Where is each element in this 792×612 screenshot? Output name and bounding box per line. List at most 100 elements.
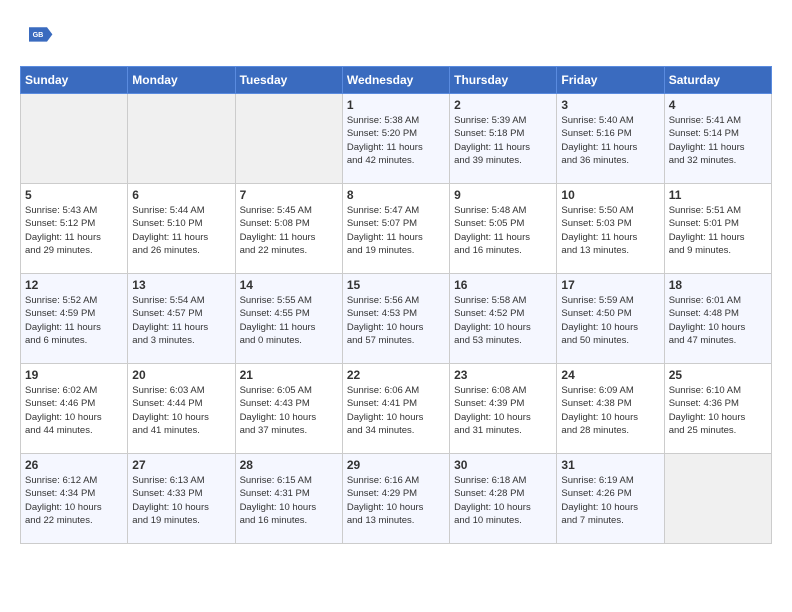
day-info: Sunrise: 6:06 AM Sunset: 4:41 PM Dayligh… — [347, 384, 445, 437]
day-number: 8 — [347, 188, 445, 202]
day-number: 29 — [347, 458, 445, 472]
day-number: 19 — [25, 368, 123, 382]
day-info: Sunrise: 6:15 AM Sunset: 4:31 PM Dayligh… — [240, 474, 338, 527]
day-info: Sunrise: 5:50 AM Sunset: 5:03 PM Dayligh… — [561, 204, 659, 257]
calendar-week-row: 5Sunrise: 5:43 AM Sunset: 5:12 PM Daylig… — [21, 184, 772, 274]
calendar-cell: 22Sunrise: 6:06 AM Sunset: 4:41 PM Dayli… — [342, 364, 449, 454]
day-number: 2 — [454, 98, 552, 112]
calendar-cell: 30 Sunrise: 6:18 AM Sunset: 4:28 PM Dayli… — [450, 454, 557, 544]
day-info: Sunrise: 5:56 AM Sunset: 4:53 PM Dayligh… — [347, 294, 445, 347]
day-number: 4 — [669, 98, 767, 112]
calendar-week-row: 19 Sunrise: 6:02 AM Sunset: 4:46 PM Dayli… — [21, 364, 772, 454]
calendar-cell: 24 Sunrise: 6:09 AM Sunset: 4:38 PM Dayli… — [557, 364, 664, 454]
day-info: Sunrise: 6:18 AM Sunset: 4:28 PM Dayligh… — [454, 474, 552, 527]
calendar-cell: 23 Sunrise: 6:08 AM Sunset: 4:39 PM Dayli… — [450, 364, 557, 454]
calendar-cell: 9 Sunrise: 5:48 AM Sunset: 5:05 PM Daylig… — [450, 184, 557, 274]
calendar-cell: 11 Sunrise: 5:51 AM Sunset: 5:01 PM Dayli… — [664, 184, 771, 274]
calendar-cell: 3 Sunrise: 5:40 AM Sunset: 5:16 PM Daylig… — [557, 94, 664, 184]
calendar-cell: 14 Sunrise: 5:55 AM Sunset: 4:55 PM Dayli… — [235, 274, 342, 364]
day-number: 6 — [132, 188, 230, 202]
calendar-cell — [21, 94, 128, 184]
page-header: GB — [20, 20, 772, 56]
day-number: 5 — [25, 188, 123, 202]
day-info: Sunrise: 5:44 AM Sunset: 5:10 PM Dayligh… — [132, 204, 230, 257]
calendar-cell: 20 Sunrise: 6:03 AM Sunset: 4:44 PM Dayli… — [128, 364, 235, 454]
svg-text:GB: GB — [33, 30, 44, 39]
day-number: 7 — [240, 188, 338, 202]
day-number: 21 — [240, 368, 338, 382]
weekday-header-sunday: Sunday — [21, 67, 128, 94]
weekday-header-wednesday: Wednesday — [342, 67, 449, 94]
day-info: Sunrise: 5:41 AM Sunset: 5:14 PM Dayligh… — [669, 114, 767, 167]
day-number: 27 — [132, 458, 230, 472]
calendar-cell: 29 Sunrise: 6:16 AM Sunset: 4:29 PM Dayli… — [342, 454, 449, 544]
calendar-cell — [235, 94, 342, 184]
day-number: 18 — [669, 278, 767, 292]
day-info: Sunrise: 6:12 AM Sunset: 4:34 PM Dayligh… — [25, 474, 123, 527]
calendar-cell: 16Sunrise: 5:58 AM Sunset: 4:52 PM Dayli… — [450, 274, 557, 364]
weekday-header-tuesday: Tuesday — [235, 67, 342, 94]
day-info: Sunrise: 5:51 AM Sunset: 5:01 PM Dayligh… — [669, 204, 767, 257]
day-number: 23 — [454, 368, 552, 382]
day-number: 11 — [669, 188, 767, 202]
calendar-week-row: 1 Sunrise: 5:38 AM Sunset: 5:20 PM Daylig… — [21, 94, 772, 184]
calendar-cell: 27 Sunrise: 6:13 AM Sunset: 4:33 PM Dayli… — [128, 454, 235, 544]
calendar-cell: 21 Sunrise: 6:05 AM Sunset: 4:43 PM Dayli… — [235, 364, 342, 454]
calendar-cell: 28 Sunrise: 6:15 AM Sunset: 4:31 PM Dayli… — [235, 454, 342, 544]
calendar-table: SundayMondayTuesdayWednesdayThursdayFrid… — [20, 66, 772, 544]
day-info: Sunrise: 5:40 AM Sunset: 5:16 PM Dayligh… — [561, 114, 659, 167]
calendar-cell: 19 Sunrise: 6:02 AM Sunset: 4:46 PM Dayli… — [21, 364, 128, 454]
day-number: 20 — [132, 368, 230, 382]
weekday-header-thursday: Thursday — [450, 67, 557, 94]
day-info: Sunrise: 5:39 AM Sunset: 5:18 PM Dayligh… — [454, 114, 552, 167]
calendar-cell: 6 Sunrise: 5:44 AM Sunset: 5:10 PM Daylig… — [128, 184, 235, 274]
day-info: Sunrise: 5:38 AM Sunset: 5:20 PM Dayligh… — [347, 114, 445, 167]
day-number: 24 — [561, 368, 659, 382]
calendar-cell: 2 Sunrise: 5:39 AM Sunset: 5:18 PM Daylig… — [450, 94, 557, 184]
day-info: Sunrise: 5:47 AM Sunset: 5:07 PM Dayligh… — [347, 204, 445, 257]
calendar-cell — [664, 454, 771, 544]
day-info: Sunrise: 5:55 AM Sunset: 4:55 PM Dayligh… — [240, 294, 338, 347]
day-info: Sunrise: 5:54 AM Sunset: 4:57 PM Dayligh… — [132, 294, 230, 347]
day-number: 30 — [454, 458, 552, 472]
calendar-cell — [128, 94, 235, 184]
day-number: 1 — [347, 98, 445, 112]
day-number: 12 — [25, 278, 123, 292]
day-info: Sunrise: 6:09 AM Sunset: 4:38 PM Dayligh… — [561, 384, 659, 437]
day-info: Sunrise: 6:08 AM Sunset: 4:39 PM Dayligh… — [454, 384, 552, 437]
weekday-header-row: SundayMondayTuesdayWednesdayThursdayFrid… — [21, 67, 772, 94]
day-info: Sunrise: 5:58 AM Sunset: 4:52 PM Dayligh… — [454, 294, 552, 347]
calendar-cell: 31Sunrise: 6:19 AM Sunset: 4:26 PM Dayli… — [557, 454, 664, 544]
day-info: Sunrise: 6:13 AM Sunset: 4:33 PM Dayligh… — [132, 474, 230, 527]
day-number: 28 — [240, 458, 338, 472]
day-info: Sunrise: 6:02 AM Sunset: 4:46 PM Dayligh… — [25, 384, 123, 437]
day-info: Sunrise: 5:45 AM Sunset: 5:08 PM Dayligh… — [240, 204, 338, 257]
calendar-cell: 4 Sunrise: 5:41 AM Sunset: 5:14 PM Daylig… — [664, 94, 771, 184]
day-info: Sunrise: 6:03 AM Sunset: 4:44 PM Dayligh… — [132, 384, 230, 437]
calendar-cell: 12Sunrise: 5:52 AM Sunset: 4:59 PM Dayli… — [21, 274, 128, 364]
calendar-week-row: 26 Sunrise: 6:12 AM Sunset: 4:34 PM Dayli… — [21, 454, 772, 544]
logo-icon: GB — [20, 20, 56, 56]
calendar-cell: 1 Sunrise: 5:38 AM Sunset: 5:20 PM Daylig… — [342, 94, 449, 184]
weekday-header-friday: Friday — [557, 67, 664, 94]
day-number: 3 — [561, 98, 659, 112]
weekday-header-monday: Monday — [128, 67, 235, 94]
day-number: 26 — [25, 458, 123, 472]
day-info: Sunrise: 5:48 AM Sunset: 5:05 PM Dayligh… — [454, 204, 552, 257]
calendar-cell: 7 Sunrise: 5:45 AM Sunset: 5:08 PM Daylig… — [235, 184, 342, 274]
day-number: 9 — [454, 188, 552, 202]
day-info: Sunrise: 6:01 AM Sunset: 4:48 PM Dayligh… — [669, 294, 767, 347]
day-info: Sunrise: 6:05 AM Sunset: 4:43 PM Dayligh… — [240, 384, 338, 437]
day-info: Sunrise: 5:59 AM Sunset: 4:50 PM Dayligh… — [561, 294, 659, 347]
calendar-cell: 15 Sunrise: 5:56 AM Sunset: 4:53 PM Dayli… — [342, 274, 449, 364]
day-info: Sunrise: 6:16 AM Sunset: 4:29 PM Dayligh… — [347, 474, 445, 527]
calendar-cell: 8 Sunrise: 5:47 AM Sunset: 5:07 PM Daylig… — [342, 184, 449, 274]
day-info: Sunrise: 6:10 AM Sunset: 4:36 PM Dayligh… — [669, 384, 767, 437]
weekday-header-saturday: Saturday — [664, 67, 771, 94]
day-number: 15 — [347, 278, 445, 292]
day-number: 13 — [132, 278, 230, 292]
calendar-cell: 10Sunrise: 5:50 AM Sunset: 5:03 PM Dayli… — [557, 184, 664, 274]
calendar-cell: 25Sunrise: 6:10 AM Sunset: 4:36 PM Dayli… — [664, 364, 771, 454]
day-number: 14 — [240, 278, 338, 292]
day-info: Sunrise: 6:19 AM Sunset: 4:26 PM Dayligh… — [561, 474, 659, 527]
